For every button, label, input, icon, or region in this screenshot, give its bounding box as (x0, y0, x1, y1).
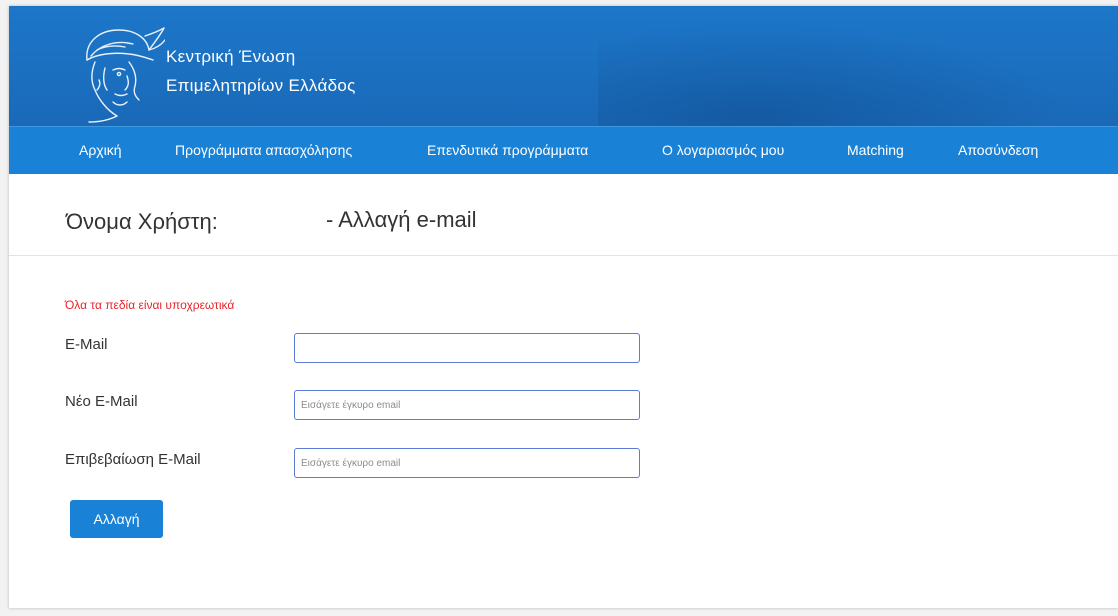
organization-name: Κεντρική Ένωση Επιμελητηρίων Ελλάδος (166, 42, 356, 100)
new-email-field[interactable] (294, 390, 640, 420)
page-title-row: Όνομα Χρήστη: - Αλλαγή e-mail (9, 173, 1118, 256)
required-fields-note: Όλα τα πεδία είναι υποχρεωτικά (65, 298, 235, 312)
page-frame: Κεντρική Ένωση Επιμελητηρίων Ελλάδος Αρχ… (9, 6, 1118, 608)
nav-item-matching[interactable]: Matching (847, 127, 904, 174)
new-email-label: Νέο E-Mail (65, 393, 138, 410)
email-field[interactable] (294, 333, 640, 363)
site-banner: Κεντρική Ένωση Επιμελητηρίων Ελλάδος (9, 6, 1118, 126)
organization-name-line1: Κεντρική Ένωση (166, 47, 296, 66)
confirm-email-label: Επιβεβαίωση E-Mail (65, 451, 201, 468)
nav-item-logout[interactable]: Αποσύνδεση (958, 127, 1038, 174)
banner-background-shade (598, 6, 1118, 126)
page-title-username-label: Όνομα Χρήστη: (66, 209, 218, 234)
main-navbar: Αρχική Προγράμματα απασχόλησης Επενδυτικ… (9, 126, 1118, 174)
nav-item-investment-programs[interactable]: Επενδυτικά προγράμματα (427, 127, 588, 174)
nav-item-home[interactable]: Αρχική (79, 127, 122, 174)
hermes-head-icon (86, 27, 165, 123)
organization-name-line2: Επιμελητηρίων Ελλάδος (166, 76, 356, 95)
nav-item-my-account[interactable]: Ο λογαριασμός μου (662, 127, 784, 174)
email-label: E-Mail (65, 336, 108, 353)
change-email-button[interactable]: Αλλαγή (70, 500, 163, 538)
nav-item-employment-programs[interactable]: Προγράμματα απασχόλησης (175, 127, 352, 174)
page-title-action: - Αλλαγή e-mail (326, 207, 477, 232)
confirm-email-field[interactable] (294, 448, 640, 478)
